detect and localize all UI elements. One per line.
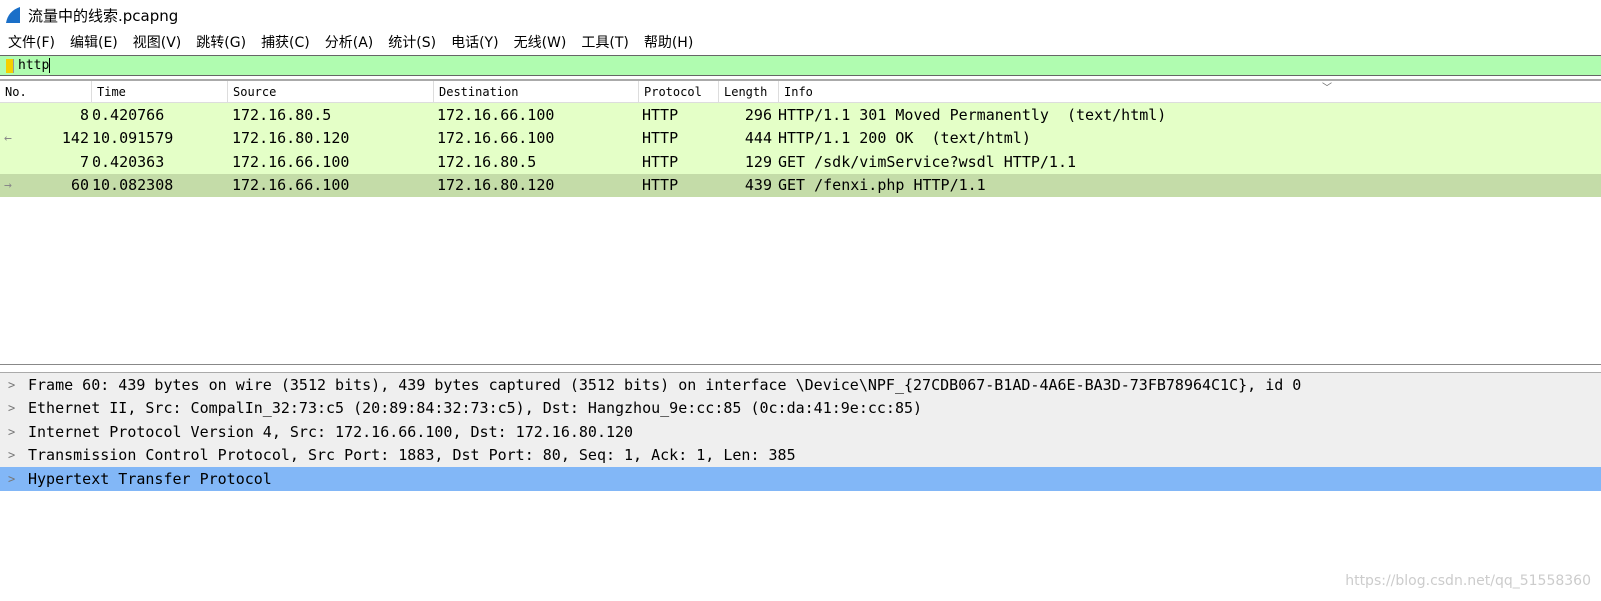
packet-list-header: No. Time Source Destination Protocol Len… (0, 81, 1601, 103)
detail-tree-item[interactable]: > Internet Protocol Version 4, Src: 172.1… (0, 420, 1601, 444)
chevron-right-icon[interactable]: > (0, 401, 28, 415)
menu-item[interactable]: 工具(T) (581, 32, 628, 52)
menu-item[interactable]: 文件(F) (8, 32, 55, 52)
cell-dst: 172.16.66.100 (437, 129, 555, 148)
cell-time: 0.420363 (92, 152, 165, 171)
cell-proto: HTTP (642, 152, 679, 171)
chevron-right-icon[interactable]: > (0, 425, 28, 439)
related-packet-icon: → (4, 177, 12, 193)
menu-item[interactable]: 捕获(C) (261, 32, 310, 52)
cell-dst: 172.16.80.5 (437, 152, 537, 171)
detail-tree-item[interactable]: > Ethernet II, Src: CompalIn_32:73:c5 (20… (0, 396, 1601, 420)
cell-proto: HTTP (642, 105, 679, 124)
cell-time: 0.420766 (92, 105, 165, 124)
cell-dst: 172.16.66.100 (437, 105, 555, 124)
detail-tree-item[interactable]: > Hypertext Transfer Protocol (0, 467, 1601, 491)
detail-text: Ethernet II, Src: CompalIn_32:73:c5 (20:… (28, 399, 923, 418)
cell-src: 172.16.80.5 (232, 105, 332, 124)
detail-text: Internet Protocol Version 4, Src: 172.16… (28, 422, 634, 441)
cell-info: HTTP/1.1 200 OK (text/html) (778, 129, 1031, 148)
cell-proto: HTTP (642, 176, 679, 195)
menu-item[interactable]: 无线(W) (514, 32, 567, 52)
column-protocol[interactable]: Protocol (639, 81, 719, 102)
cell-proto: HTTP (642, 129, 679, 148)
detail-text: Frame 60: 439 bytes on wire (3512 bits),… (28, 375, 1302, 394)
cell-len: 296 (744, 105, 772, 124)
cell-no: 60 (70, 176, 89, 195)
watermark: https://blog.csdn.net/qq_51558360 (1345, 573, 1591, 589)
menu-item[interactable]: 电话(Y) (451, 32, 498, 52)
column-time[interactable]: Time (92, 81, 228, 102)
column-source[interactable]: Source (228, 81, 434, 102)
chevron-right-icon[interactable]: > (0, 472, 28, 486)
cell-info: HTTP/1.1 301 Moved Permanently (text/htm… (778, 105, 1167, 124)
detail-text: Hypertext Transfer Protocol (28, 469, 272, 488)
menu-item[interactable]: 编辑(E) (70, 32, 118, 52)
cell-time: 10.091579 (92, 129, 174, 148)
menu-item[interactable]: 视图(V) (133, 32, 182, 52)
cell-len: 439 (744, 176, 772, 195)
menu-item[interactable]: 跳转(G) (196, 32, 246, 52)
packet-row[interactable]: → 60 10.082308 172.16.66.100 172.16.80.120 HT… (0, 173, 1601, 197)
packet-row[interactable]: ← 142 10.091579 172.16.80.120 172.16.66.100 H… (0, 126, 1601, 150)
cell-no: 8 (79, 105, 89, 124)
text-cursor (49, 58, 51, 73)
cell-time: 10.082308 (92, 176, 174, 195)
cell-no: 142 (61, 129, 89, 148)
menu-bar: 文件(F) 编辑(E) 视图(V) 跳转(G) 捕获(C) 分析(A) 统计(S) 电话(Y)… (0, 30, 1601, 54)
column-info[interactable]: Info (779, 81, 1601, 102)
wireshark-fin-icon (6, 7, 20, 23)
related-packet-icon: ← (4, 130, 12, 146)
cell-info: GET /sdk/vimService?wsdl HTTP/1.1 (778, 152, 1077, 171)
bookmark-icon[interactable] (6, 58, 14, 73)
menu-item[interactable]: 帮助(H) (644, 32, 693, 52)
column-no[interactable]: No. (0, 81, 92, 102)
detail-tree-item[interactable]: > Transmission Control Protocol, Src Port… (0, 443, 1601, 467)
packet-row[interactable]: 7 0.420363 172.16.66.100 172.16.80.5 HTTP 129… (0, 150, 1601, 174)
packet-row[interactable]: 8 0.420766 172.16.80.5 172.16.66.100 HTTP 296… (0, 103, 1601, 127)
filter-input[interactable]: http (18, 58, 49, 73)
cell-info: GET /fenxi.php HTTP/1.1 (778, 176, 986, 195)
display-filter-bar[interactable]: http (0, 55, 1601, 76)
column-destination[interactable]: Destination (434, 81, 639, 102)
packet-list: ﹀ No. Time Source Destination Protocol L… (0, 79, 1601, 365)
menu-item[interactable]: 分析(A) (325, 32, 374, 52)
cell-len: 444 (744, 129, 772, 148)
packet-details: > Frame 60: 439 bytes on wire (3512 bits)… (0, 372, 1601, 601)
title-bar: 流量中的线索.pcapng (0, 0, 1601, 30)
window-title: 流量中的线索.pcapng (28, 6, 179, 25)
cell-no: 7 (79, 152, 89, 171)
cell-dst: 172.16.80.120 (437, 176, 555, 195)
cell-len: 129 (744, 152, 772, 171)
detail-tree-item[interactable]: > Frame 60: 439 bytes on wire (3512 bits)… (0, 373, 1601, 397)
column-length[interactable]: Length (719, 81, 779, 102)
chevron-down-icon[interactable]: ﹀ (1322, 79, 1332, 94)
cell-src: 172.16.66.100 (232, 152, 350, 171)
detail-text: Transmission Control Protocol, Src Port:… (28, 446, 796, 465)
cell-src: 172.16.80.120 (232, 129, 350, 148)
chevron-right-icon[interactable]: > (0, 448, 28, 462)
cell-src: 172.16.66.100 (232, 176, 350, 195)
menu-item[interactable]: 统计(S) (388, 32, 436, 52)
chevron-right-icon[interactable]: > (0, 378, 28, 392)
